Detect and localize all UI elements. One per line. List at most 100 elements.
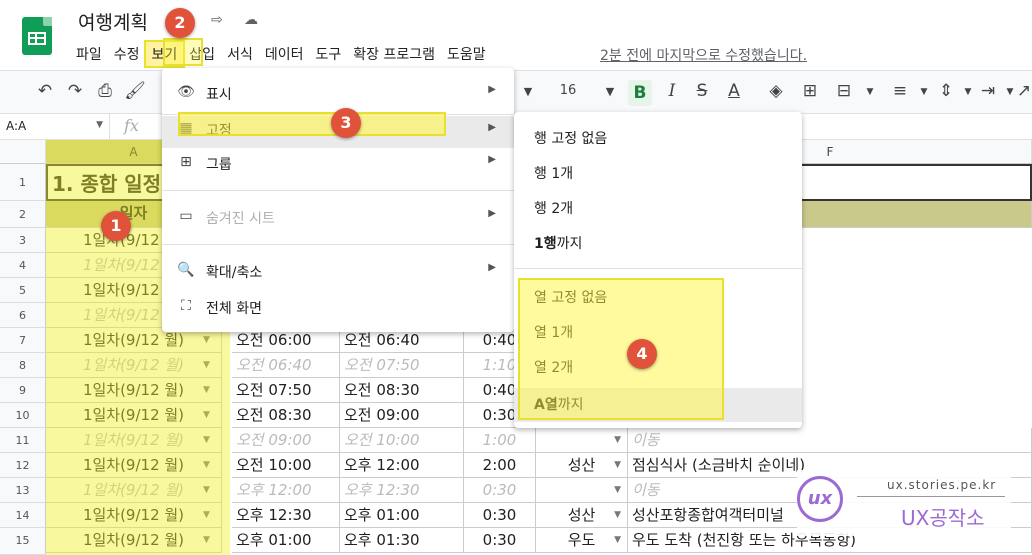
paint-format-icon[interactable]: 🖌 — [123, 81, 147, 101]
font-size-dropdown-icon[interactable]: ▼ — [598, 85, 622, 98]
cell-end[interactable]: 오전 07:50 — [340, 353, 464, 378]
redo-icon[interactable]: ↷ — [63, 81, 87, 101]
cell-duration[interactable]: 0:30 — [464, 478, 536, 503]
cell-place[interactable]: ▼ — [536, 428, 628, 453]
menu-file[interactable]: 파일 — [70, 42, 108, 66]
cell-end[interactable]: 오후 01:30 — [340, 528, 464, 553]
cell-end[interactable]: 오전 09:00 — [340, 403, 464, 428]
brand-url: ux.stories.pe.kr — [887, 478, 997, 492]
place-value: 우도 — [567, 531, 596, 549]
cell-start[interactable]: 오후 01:00 — [232, 528, 340, 553]
menu-item-fullscreen[interactable]: ⛶ 전체 화면 — [162, 298, 514, 322]
row-header[interactable]: 11 — [0, 428, 46, 453]
text-rotate-icon[interactable]: ↗ — [1012, 81, 1032, 101]
dropdown-chevron-icon[interactable]: ▼ — [614, 428, 621, 452]
zoom-icon: 🔍 — [177, 262, 195, 278]
row-header[interactable]: 7 — [0, 328, 46, 353]
menu-extensions[interactable]: 확장 프로그램 — [347, 42, 441, 66]
cell-end[interactable]: 오전 08:30 — [340, 378, 464, 403]
menu-item-label: 확대/축소 — [206, 265, 263, 281]
freeze-1-row[interactable]: 행 1개 — [534, 163, 784, 187]
bold-icon[interactable]: B — [628, 80, 652, 106]
menu-item-zoom[interactable]: 🔍 확대/축소 ▶ — [162, 262, 514, 286]
cell-duration[interactable]: 2:00 — [464, 453, 536, 478]
fill-color-icon[interactable]: ◈ — [764, 81, 788, 101]
vertical-align-icon[interactable]: ⇕ — [934, 81, 958, 101]
dropdown-chevron-icon[interactable]: ▼ — [614, 528, 621, 552]
row-header[interactable]: 8 — [0, 353, 46, 378]
menu-data[interactable]: 데이터 — [259, 42, 310, 66]
font-dropdown-icon[interactable]: ▼ — [516, 85, 540, 98]
menu-item-label: 표시 — [206, 87, 232, 103]
text-color-icon[interactable]: A — [722, 81, 746, 101]
cell-place[interactable]: ▼ — [536, 478, 628, 503]
cloud-status-icon[interactable]: ☁ — [242, 12, 260, 28]
freeze-2-rows[interactable]: 행 2개 — [534, 198, 784, 222]
menu-divider — [162, 244, 514, 245]
menu-item-hidden-sheets[interactable]: ▭ 숨겨진 시트 ▶ — [162, 208, 514, 232]
submenu-arrow-icon: ▶ — [488, 154, 496, 165]
cell-start[interactable]: 오전 06:40 — [232, 353, 340, 378]
text-wrap-icon[interactable]: ⇥ — [976, 81, 1000, 101]
freeze-up-to-row[interactable]: 1행까지 — [534, 233, 784, 257]
cell-duration[interactable]: 0:30 — [464, 503, 536, 528]
dropdown-chevron-icon[interactable]: ▼ — [614, 503, 621, 527]
row-header[interactable]: 10 — [0, 403, 46, 428]
select-all-corner[interactable] — [0, 140, 46, 164]
cell-end[interactable]: 오후 12:30 — [340, 478, 464, 503]
font-size-value[interactable]: 16 — [553, 83, 583, 98]
cell-start[interactable]: 오전 09:00 — [232, 428, 340, 453]
freeze-no-rows[interactable]: 행 고정 없음 — [534, 128, 784, 152]
document-title[interactable]: 여행계획 — [78, 8, 148, 35]
dropdown-chevron-icon[interactable]: ▼ — [614, 478, 621, 502]
row-header[interactable]: 9 — [0, 378, 46, 403]
move-folder-icon[interactable]: ⇨ — [208, 12, 226, 28]
sheets-logo-icon[interactable] — [22, 17, 52, 55]
cell-duration[interactable]: 0:30 — [464, 528, 536, 553]
highlight-freeze-item — [178, 112, 446, 136]
cell-content[interactable]: 이동 — [628, 428, 1032, 453]
menu-tools[interactable]: 도구 — [309, 42, 347, 66]
italic-icon[interactable]: I — [660, 81, 684, 101]
cell-place[interactable]: 우도 ▼ — [536, 528, 628, 553]
borders-icon[interactable]: ⊞ — [798, 81, 822, 101]
cell-start[interactable]: 오후 12:30 — [232, 503, 340, 528]
undo-icon[interactable]: ↶ — [33, 81, 57, 101]
row-header[interactable]: 3 — [0, 228, 46, 253]
cell-start[interactable]: 오전 10:00 — [232, 453, 340, 478]
row-header[interactable]: 2 — [0, 201, 46, 228]
cell-start[interactable]: 오전 07:50 — [232, 378, 340, 403]
last-edit-link[interactable]: 2분 전에 마지막으로 수정했습니다. — [600, 45, 807, 65]
merge-dropdown-icon[interactable]: ▼ — [858, 87, 882, 97]
menu-help[interactable]: 도움말 — [441, 42, 492, 66]
cell-end[interactable]: 오후 01:00 — [340, 503, 464, 528]
row-header[interactable]: 15 — [0, 528, 46, 555]
menu-edit[interactable]: 수정 — [108, 42, 146, 66]
menu-format[interactable]: 서식 — [221, 42, 259, 66]
cell-end[interactable]: 오후 12:00 — [340, 453, 464, 478]
name-box-dropdown-icon[interactable]: ▼ — [96, 120, 103, 130]
row-header[interactable]: 4 — [0, 253, 46, 278]
row-header[interactable]: 1 — [0, 164, 46, 201]
align-left-icon[interactable]: ≡ — [888, 81, 912, 101]
cell-start[interactable]: 오전 08:30 — [232, 403, 340, 428]
dropdown-chevron-icon[interactable]: ▼ — [614, 453, 621, 477]
cell-start[interactable]: 오후 12:00 — [232, 478, 340, 503]
merge-cells-icon[interactable]: ⊟ — [832, 81, 856, 101]
row-header[interactable]: 5 — [0, 278, 46, 303]
cell-duration[interactable]: 1:00 — [464, 428, 536, 453]
row-header[interactable]: 6 — [0, 303, 46, 328]
row-header[interactable]: 12 — [0, 453, 46, 478]
row-header[interactable]: 13 — [0, 478, 46, 503]
menu-item-show[interactable]: 👁 표시 ▶ — [162, 84, 514, 108]
brand-watermark: ux ux.stories.pe.kr UX공작소 — [797, 470, 1011, 536]
row-header[interactable]: 14 — [0, 503, 46, 528]
cell-end[interactable]: 오전 10:00 — [340, 428, 464, 453]
menu-item-group[interactable]: ⊞ 그룹 ▶ — [162, 154, 514, 178]
align-dropdown-icon[interactable]: ▼ — [912, 87, 936, 97]
name-box[interactable]: A:A ▼ — [0, 114, 110, 139]
strikethrough-icon[interactable]: S — [690, 81, 714, 101]
print-icon[interactable]: ⎙ — [93, 81, 117, 101]
cell-place[interactable]: 성산 ▼ — [536, 503, 628, 528]
cell-place[interactable]: 성산 ▼ — [536, 453, 628, 478]
